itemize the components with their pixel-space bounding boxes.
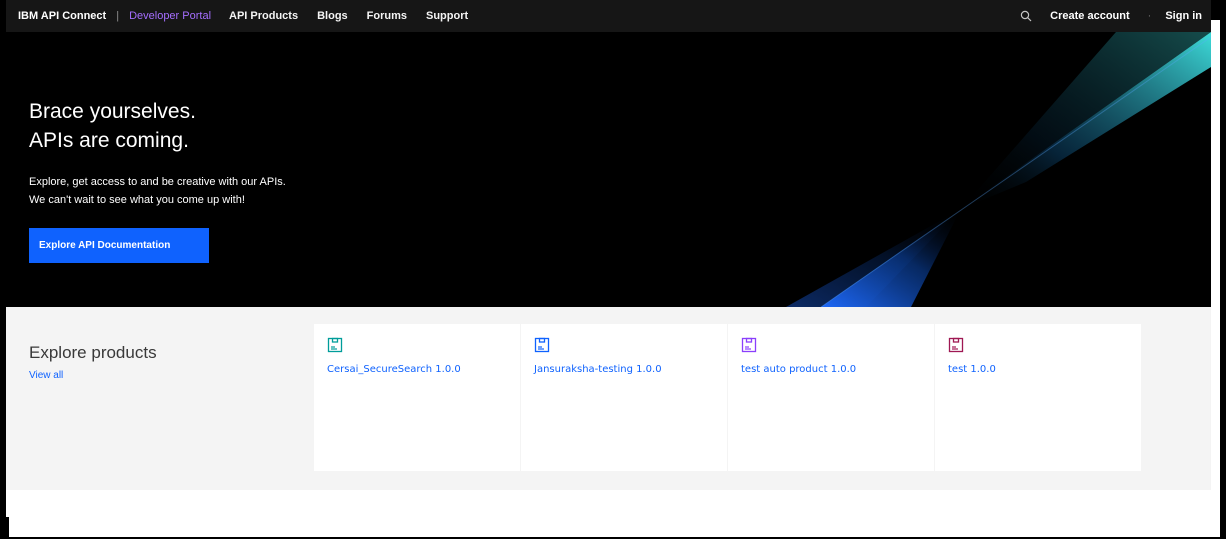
explore-api-documentation-button[interactable]: Explore API Documentation: [29, 228, 209, 263]
product-box-icon: [534, 337, 550, 353]
product-card-label[interactable]: Cersai_SecureSearch 1.0.0: [327, 364, 461, 375]
portal-name[interactable]: Developer Portal: [129, 10, 211, 22]
hero-subtitle-line2: We can't wait to see what you come up wi…: [29, 194, 245, 206]
hero-light-beam-graphic: [786, 32, 1211, 307]
hero-title: Brace yourselves. APIs are coming.: [29, 97, 389, 155]
footer-area: [6, 490, 1211, 517]
top-navigation: IBM API Connect | Developer Portal API P…: [6, 0, 1211, 32]
hero-subtitle-line1: Explore, get access to and be creative w…: [29, 176, 286, 188]
explore-products-heading: Explore products: [29, 343, 157, 362]
nav-support[interactable]: Support: [426, 10, 468, 22]
product-card-cersai[interactable]: Cersai_SecureSearch 1.0.0: [314, 324, 520, 471]
hero-subtitle: Explore, get access to and be creative w…: [29, 173, 359, 209]
create-account-link[interactable]: Create account: [1050, 10, 1129, 22]
sign-in-link[interactable]: Sign in: [1165, 10, 1202, 22]
product-card-label[interactable]: Jansuraksha-testing 1.0.0: [534, 364, 662, 375]
product-box-icon: [741, 337, 757, 353]
search-icon[interactable]: [1018, 8, 1034, 24]
hero-banner: Brace yourselves. APIs are coming. Explo…: [6, 32, 1211, 307]
product-card-test[interactable]: test 1.0.0: [935, 324, 1141, 471]
product-box-icon: [327, 337, 343, 353]
hero-title-line1: Brace yourselves.: [29, 100, 196, 123]
brand-separator: |: [116, 10, 120, 22]
product-card-list: Cersai_SecureSearch 1.0.0 Jansuraksha-te…: [314, 324, 1142, 471]
product-card-jansuraksha[interactable]: Jansuraksha-testing 1.0.0: [521, 324, 727, 471]
product-card-test-auto[interactable]: test auto product 1.0.0: [728, 324, 934, 471]
hero-title-line2: APIs are coming.: [29, 129, 189, 152]
product-card-label[interactable]: test auto product 1.0.0: [741, 364, 856, 375]
nav-divider-dot: ·: [1147, 10, 1152, 22]
explore-products-section: Explore products View all Cersai_SecureS…: [6, 307, 1211, 490]
view-all-link[interactable]: View all: [29, 370, 63, 381]
product-box-icon: [948, 337, 964, 353]
nav-api-products[interactable]: API Products: [229, 10, 298, 22]
nav-forums[interactable]: Forums: [367, 10, 407, 22]
product-card-label[interactable]: test 1.0.0: [948, 364, 996, 375]
nav-right-group: Create account · Sign in: [1018, 8, 1211, 24]
brand-name[interactable]: IBM API Connect: [18, 10, 106, 22]
nav-blogs[interactable]: Blogs: [317, 10, 348, 22]
